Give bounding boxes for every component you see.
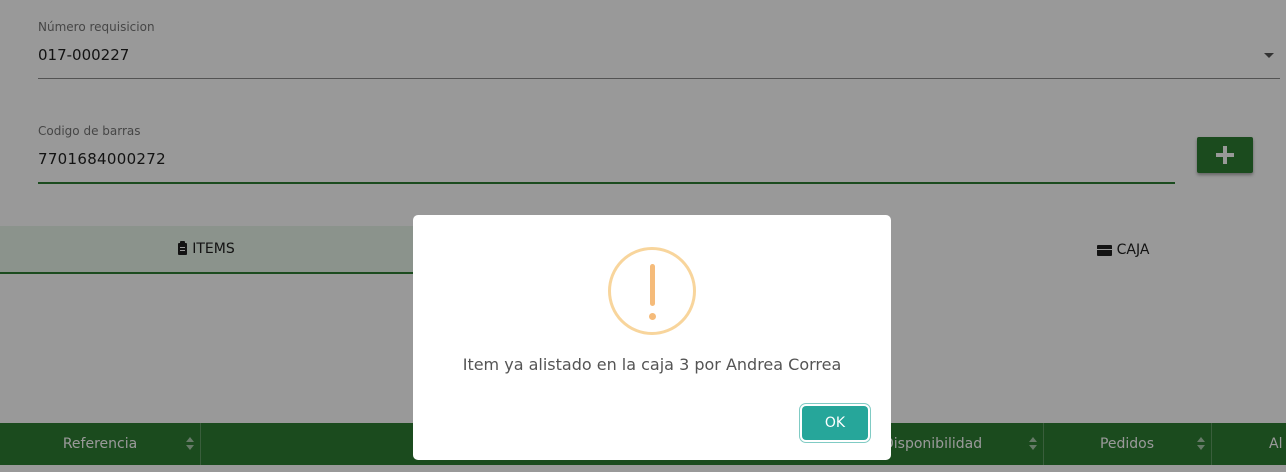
alert-message: Item ya alistado en la caja 3 por Andrea… bbox=[462, 355, 842, 374]
alert-dialog: Item ya alistado en la caja 3 por Andrea… bbox=[413, 215, 891, 460]
warning-icon bbox=[608, 247, 696, 335]
ok-button[interactable]: OK bbox=[802, 406, 868, 440]
